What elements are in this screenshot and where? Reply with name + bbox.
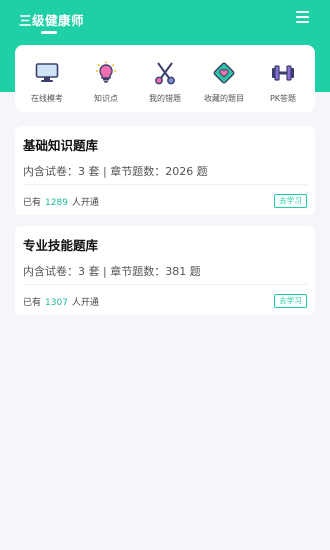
heart-diamond-icon [211, 61, 237, 85]
joined-suffix: 人开通 [71, 198, 99, 208]
scissors-icon [152, 61, 178, 85]
dumbbell-icon [270, 61, 296, 85]
monitor-icon [34, 61, 60, 85]
app-title: 三级健康师 [19, 13, 85, 28]
joined-prefix: 已有 [23, 298, 42, 308]
question-bank-card[interactable]: 基础知识题库 内含试卷：3 套 | 章节题数：2026 题 已有 1289 人开通 … [15, 126, 315, 215]
card-description: 内含试卷：3 套 | 章节题数：2026 题 [23, 165, 208, 178]
shortcut-wrong-questions[interactable]: 我的错题 [136, 45, 194, 112]
shortcut-label: PK答题 [269, 94, 297, 103]
divider [23, 184, 307, 185]
shortcut-knowledge[interactable]: 知识点 [77, 45, 135, 112]
go-study-button[interactable]: 去学习 [274, 294, 307, 308]
menu-icon[interactable] [296, 11, 309, 23]
title-underline [41, 31, 57, 34]
shortcut-pk[interactable]: PK答题 [254, 45, 312, 112]
card-title: 基础知识题库 [23, 138, 99, 153]
joined-prefix: 已有 [23, 198, 42, 208]
shortcut-label: 收藏的题目 [204, 94, 244, 103]
lightbulb-icon [93, 61, 119, 85]
go-study-button[interactable]: 去学习 [274, 194, 307, 208]
card-description: 内含试卷：3 套 | 章节题数：381 题 [23, 265, 201, 278]
card-footer: 已有 1289 人开通 [23, 195, 99, 208]
shortcut-label: 知识点 [94, 94, 118, 103]
joined-count: 1307 [45, 298, 68, 308]
shortcut-label: 在线模考 [31, 94, 63, 103]
joined-count: 1289 [45, 198, 68, 208]
question-bank-card[interactable]: 专业技能题库 内含试卷：3 套 | 章节题数：381 题 已有 1307 人开通 去… [15, 226, 315, 315]
joined-suffix: 人开通 [71, 298, 99, 308]
card-title: 专业技能题库 [23, 238, 99, 253]
shortcut-label: 我的错题 [149, 94, 181, 103]
shortcut-favorites[interactable]: 收藏的题目 [195, 45, 253, 112]
shortcut-bar: 在线模考 知识点 我的错题 收藏的题目 PK答题 [15, 45, 315, 112]
shortcut-online-exam[interactable]: 在线模考 [18, 45, 76, 112]
divider [23, 284, 307, 285]
card-footer: 已有 1307 人开通 [23, 295, 99, 308]
